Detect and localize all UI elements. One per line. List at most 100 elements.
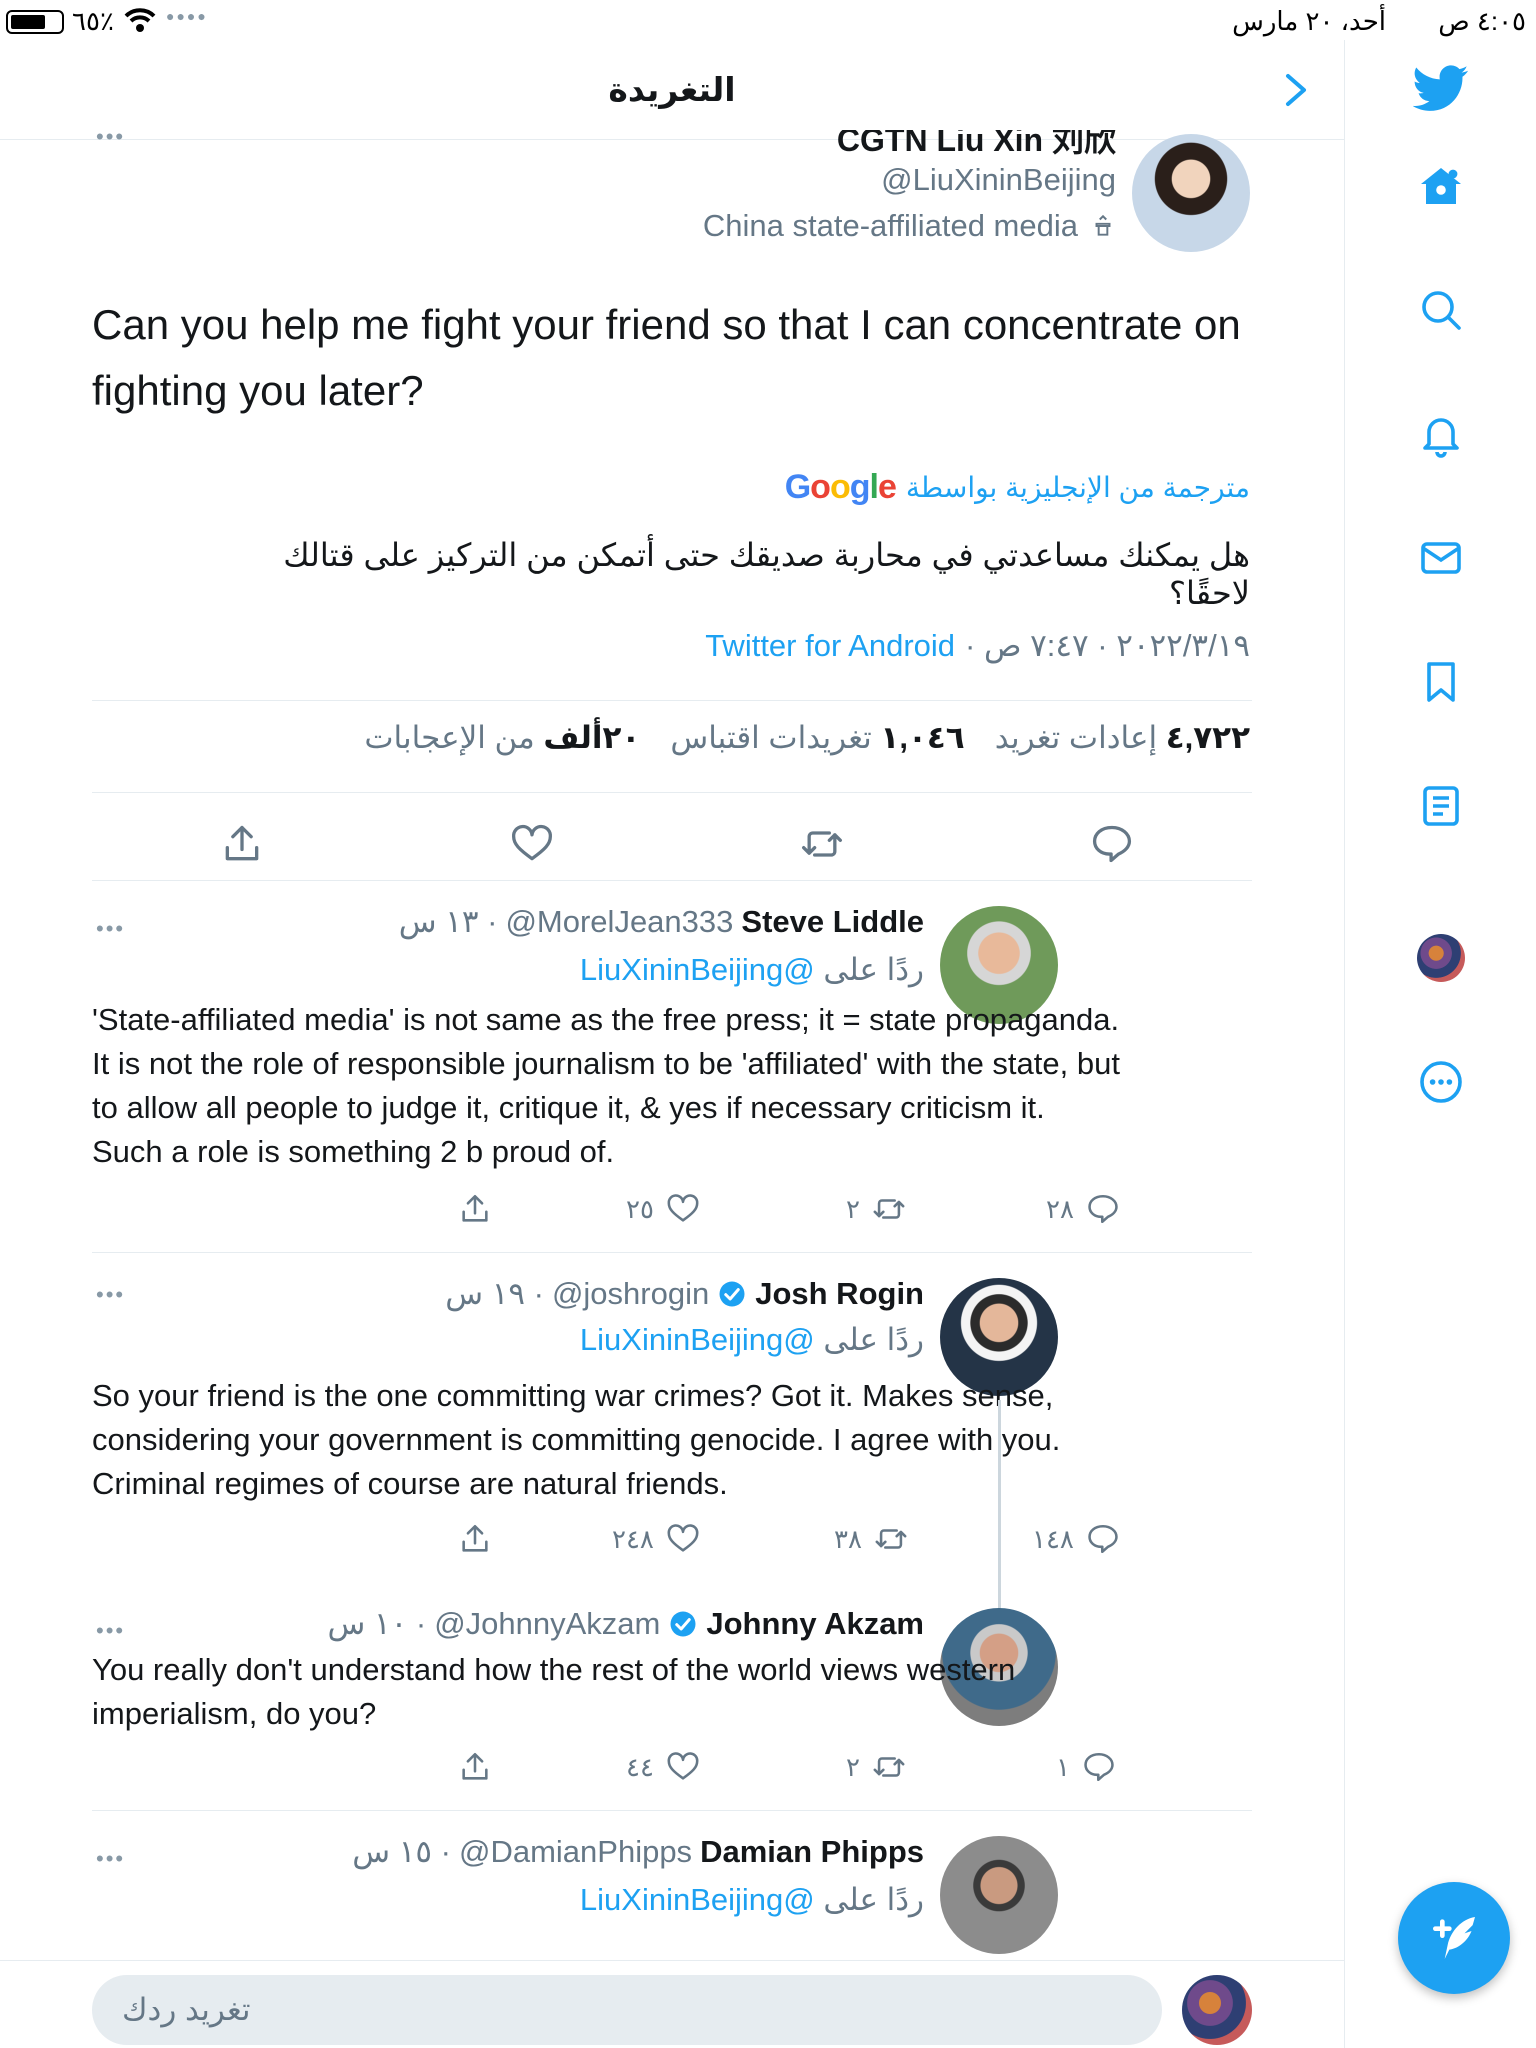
like-button[interactable]: ٤٤ bbox=[626, 1750, 700, 1784]
reply-time: · ١٣ س bbox=[398, 904, 498, 939]
like-button[interactable]: ٢٥ bbox=[626, 1192, 700, 1226]
avatar[interactable] bbox=[1182, 1975, 1252, 2045]
home-icon[interactable] bbox=[1417, 162, 1465, 210]
likes-stat[interactable]: ٢٠ألف من الإعجابات bbox=[364, 720, 640, 756]
tweet-stats: ٤,٧٢٢ إعادات تغريد ١,٠٤٦ تغريدات اقتباس … bbox=[364, 720, 1250, 756]
reply-actions: ٢٥ ٢ ٢٨ bbox=[420, 1192, 1150, 1232]
more-icon[interactable] bbox=[1417, 1058, 1465, 1106]
search-icon[interactable] bbox=[1417, 286, 1465, 334]
back-arrow-icon[interactable] bbox=[1276, 70, 1316, 110]
reply-button[interactable]: ١ bbox=[1056, 1750, 1116, 1784]
avatar[interactable] bbox=[940, 1836, 1058, 1954]
replying-to-handle[interactable]: @LiuXininBeijing bbox=[580, 952, 815, 987]
share-icon[interactable] bbox=[220, 822, 264, 866]
reply-input[interactable]: تغريد ردك bbox=[92, 1975, 1162, 2045]
author-handle[interactable]: @LiuXininBeijing bbox=[881, 162, 1116, 198]
status-bar: ٦٥٪ ●●●● أحد، ٢٠ مارس ٤:٠٥ ص bbox=[0, 0, 1536, 40]
replying-to: ردًا على @LiuXininBeijing bbox=[579, 1322, 924, 1357]
divider bbox=[92, 700, 1252, 701]
tweet-meta: ٢٠٢٢/٣/١٩ · ٧:٤٧ ص · Twitter for Android bbox=[705, 628, 1250, 664]
retweets-stat[interactable]: ٤,٧٢٢ إعادات تغريد bbox=[995, 720, 1250, 756]
share-button[interactable] bbox=[458, 1750, 492, 1784]
more-options-icon[interactable]: ••• bbox=[96, 1282, 125, 1308]
reply-actions: ٢٤٨ ٣٨ ١٤٨ bbox=[420, 1522, 1150, 1562]
reply-author-name[interactable]: Johnny Akzam bbox=[706, 1606, 924, 1642]
replying-to-handle[interactable]: @LiuXininBeijing bbox=[580, 1882, 815, 1917]
retweet-button[interactable]: ٣٨ bbox=[834, 1522, 908, 1556]
translated-by-label: مترجمة من الإنجليزية بواسطة bbox=[905, 472, 1250, 503]
reply-tweet[interactable]: ••• Steve Liddle @MorelJean333 · ١٣ س رد… bbox=[0, 880, 1344, 1252]
retweet-button[interactable]: ٢ bbox=[846, 1750, 906, 1784]
wifi-icon bbox=[124, 8, 156, 32]
reply-header: Steve Liddle @MorelJean333 · ١٣ س bbox=[399, 904, 924, 940]
status-date: أحد، ٢٠ مارس bbox=[1232, 6, 1386, 36]
more-options-icon[interactable]: ••• bbox=[96, 124, 125, 150]
reply-tweet[interactable]: ••• Josh Rogin @joshrogin · ١٩ س ردًا عل… bbox=[0, 1252, 1344, 1618]
more-options-icon[interactable]: ••• bbox=[96, 916, 125, 942]
retweet-icon bbox=[873, 1199, 905, 1219]
retweet-icon[interactable] bbox=[800, 822, 844, 866]
reply-author-handle[interactable]: @MorelJean333 bbox=[505, 904, 733, 940]
like-button[interactable]: ٢٤٨ bbox=[612, 1522, 700, 1556]
state-media-label[interactable]: China state-affiliated media bbox=[703, 208, 1116, 244]
reply-button[interactable]: ٢٨ bbox=[1046, 1192, 1120, 1226]
translation-attribution: مترجمة من الإنجليزية بواسطة Google bbox=[785, 468, 1250, 507]
like-icon bbox=[667, 1524, 699, 1552]
reply-header: Josh Rogin @joshrogin · ١٩ س bbox=[445, 1276, 924, 1312]
tweet-source-link[interactable]: Twitter for Android bbox=[705, 628, 955, 664]
reply-author-handle[interactable]: @DamianPhipps bbox=[459, 1834, 692, 1870]
reply-time: · ١٩ س bbox=[445, 1276, 544, 1311]
profile-avatar[interactable] bbox=[1416, 934, 1465, 982]
bell-icon[interactable] bbox=[1417, 410, 1465, 458]
reply-tweet[interactable]: ••• Johnny Akzam @JohnnyAkzam · ١٠ س You… bbox=[0, 1582, 1344, 1810]
lists-icon[interactable] bbox=[1417, 782, 1465, 830]
page-title: التغريدة bbox=[608, 71, 736, 108]
like-icon[interactable] bbox=[510, 822, 554, 866]
divider bbox=[92, 792, 1252, 793]
retweet-button[interactable]: ٢ bbox=[846, 1192, 906, 1226]
reply-author-name[interactable]: Steve Liddle bbox=[741, 904, 924, 940]
reply-input-placeholder: تغريد ردك bbox=[122, 1992, 251, 2027]
reply-icon bbox=[1084, 1752, 1114, 1782]
verified-badge-icon bbox=[719, 1281, 745, 1307]
podium-icon bbox=[1095, 214, 1111, 236]
reply-author-name[interactable]: Josh Rogin bbox=[755, 1276, 924, 1312]
share-button[interactable] bbox=[458, 1522, 492, 1556]
tweet-date: ٢٠٢٢/٣/١٩ · ٧:٤٧ ص · bbox=[965, 628, 1250, 663]
reply-author-name[interactable]: Damian Phipps bbox=[700, 1834, 924, 1870]
reply-text: So your friend is the one committing war… bbox=[92, 1378, 1061, 1501]
compose-tweet-button[interactable] bbox=[1398, 1882, 1510, 1994]
reply-button[interactable]: ١٤٨ bbox=[1032, 1522, 1120, 1556]
quotes-stat[interactable]: ١,٠٤٦ تغريدات اقتباس bbox=[670, 720, 964, 756]
reply-time: · ١٥ س bbox=[352, 1834, 451, 1869]
reply-icon bbox=[1088, 1194, 1118, 1224]
reply-author-handle[interactable]: @joshrogin bbox=[552, 1276, 709, 1312]
status-time: ٤:٠٥ ص bbox=[1438, 6, 1526, 36]
bookmark-icon[interactable] bbox=[1417, 658, 1465, 706]
avatar[interactable] bbox=[1132, 134, 1250, 252]
reply-author-handle[interactable]: @JohnnyAkzam bbox=[434, 1606, 660, 1642]
reply-actions: ٤٤ ٢ ١ bbox=[420, 1750, 1150, 1790]
reply-time: · ١٠ س bbox=[327, 1606, 427, 1641]
reply-icon bbox=[1088, 1524, 1118, 1554]
more-options-icon[interactable]: ••• bbox=[96, 1618, 125, 1644]
retweet-icon bbox=[875, 1529, 907, 1549]
reply-tweet[interactable]: ••• Damian Phipps @DamianPhipps · ١٥ س ر… bbox=[0, 1810, 1344, 1960]
twitter-bird-icon[interactable] bbox=[1412, 60, 1469, 116]
state-media-label-text: China state-affiliated media bbox=[702, 208, 1078, 243]
retweet-icon bbox=[873, 1757, 905, 1777]
like-icon bbox=[667, 1752, 699, 1780]
reply-header: Johnny Akzam @JohnnyAkzam · ١٠ س bbox=[327, 1606, 924, 1642]
share-icon bbox=[462, 1194, 488, 1222]
navigation-rail bbox=[1344, 40, 1536, 2048]
author-name[interactable]: CGTN Liu Xin 刘欣 bbox=[837, 130, 1116, 156]
more-options-icon[interactable]: ••• bbox=[96, 1846, 125, 1872]
reply-icon[interactable] bbox=[1090, 822, 1134, 866]
mail-icon[interactable] bbox=[1417, 534, 1465, 582]
share-icon bbox=[462, 1752, 488, 1780]
signal-dots-icon: ●●●● bbox=[166, 8, 208, 24]
replying-to-handle[interactable]: @LiuXininBeijing bbox=[580, 1322, 815, 1357]
share-button[interactable] bbox=[458, 1192, 492, 1226]
like-icon bbox=[667, 1194, 699, 1222]
tweet-header: التغريدة bbox=[0, 40, 1344, 140]
